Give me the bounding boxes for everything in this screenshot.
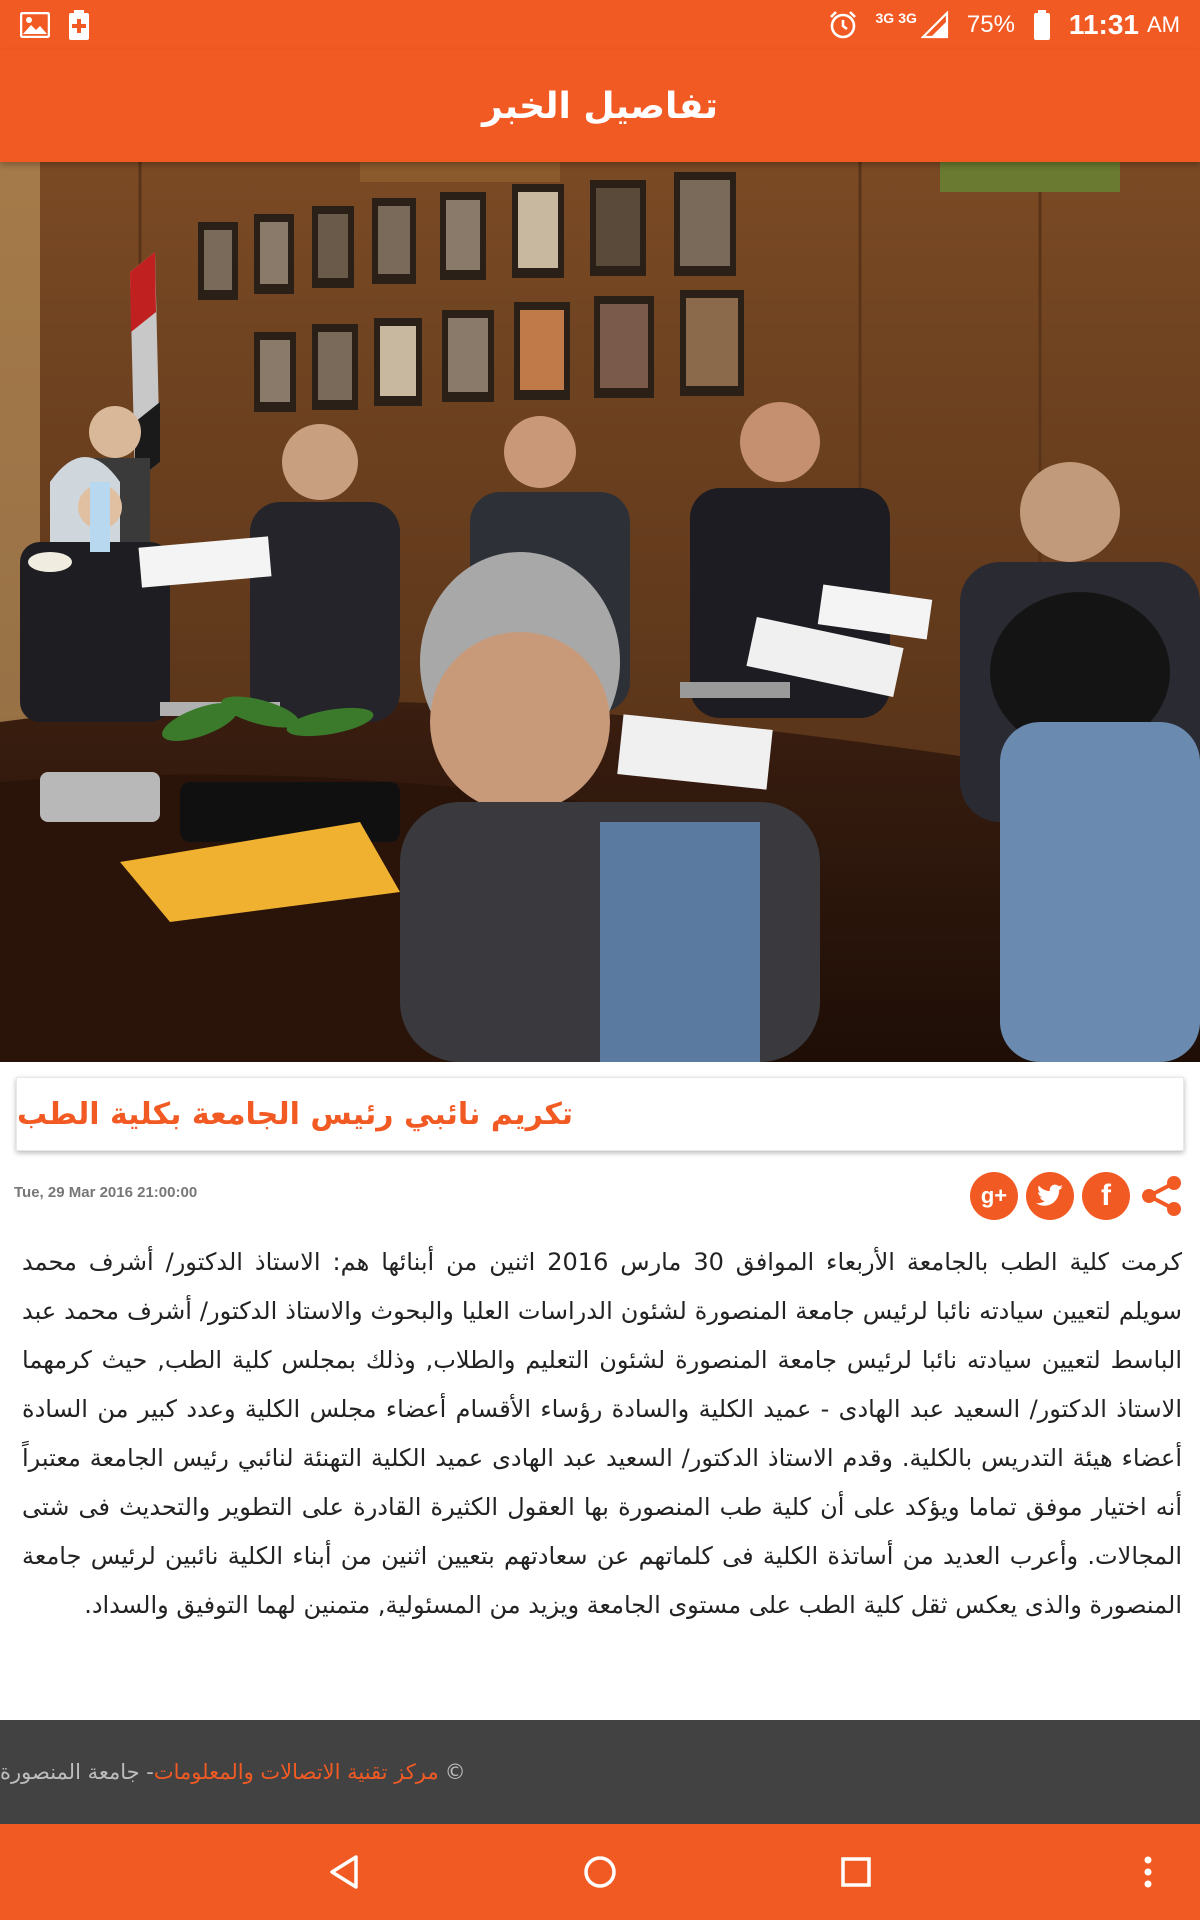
overflow-menu-button[interactable] <box>1120 1844 1176 1900</box>
battery-icon <box>1033 10 1050 40</box>
home-icon <box>584 1856 616 1888</box>
google-plus-icon: g+ <box>980 1183 1008 1208</box>
twitter-button[interactable] <box>1026 1172 1074 1220</box>
article-headline: تكريم نائبي رئيس الجامعة بكلية الطب <box>17 1096 574 1132</box>
article-body: كرمت كلية الطب بالجامعة الأربعاء الموافق… <box>22 1248 1182 1619</box>
signal-icon <box>920 11 948 39</box>
headline-card: تكريم نائبي رئيس الجامعة بكلية الطب <box>16 1077 1184 1151</box>
network-type-1: 3G <box>875 10 895 26</box>
network-type-2: 3G <box>898 10 917 26</box>
facebook-button[interactable]: f <box>1082 1172 1130 1220</box>
facebook-icon: f <box>1101 1179 1111 1212</box>
back-button[interactable] <box>316 1844 372 1900</box>
share-buttons: g+ f <box>970 1172 1186 1220</box>
clock-ampm: AM <box>1147 12 1180 37</box>
share-icon <box>1142 1176 1181 1216</box>
more-vert-icon <box>1144 1856 1152 1888</box>
copyright-symbol: © <box>444 1760 466 1784</box>
clock-time: 11:31 <box>1068 9 1139 40</box>
gallery-notification-icon <box>20 12 50 38</box>
article-date: Tue, 29 Mar 2016 21:00:00 <box>14 1184 198 1201</box>
navigation-bar <box>0 1824 1200 1920</box>
share-button[interactable] <box>1138 1172 1186 1220</box>
footer: © مركز تقنية الاتصالات والمعلومات - جامع… <box>0 1720 1200 1824</box>
battery-percent: 75% <box>966 11 1015 38</box>
recents-icon <box>841 1857 871 1887</box>
page-title: تفاصيل الخبر <box>482 85 718 127</box>
recents-button[interactable] <box>828 1844 884 1900</box>
battery-plus-notification-icon <box>69 10 89 40</box>
article-meta-row: Tue, 29 Mar 2016 21:00:00 g+ f <box>12 1168 1188 1224</box>
home-button[interactable] <box>572 1844 628 1900</box>
article-photo <box>0 162 1200 1062</box>
twitter-icon <box>1036 1184 1063 1206</box>
back-icon <box>330 1855 358 1889</box>
status-bar: 3G 3G 75% 11:31 AM <box>0 0 1200 50</box>
status-right-icons: 3G 3G 75% 11:31 AM <box>828 9 1180 41</box>
app-bar: تفاصيل الخبر <box>0 50 1200 162</box>
status-left-icons <box>20 10 90 40</box>
google-plus-button[interactable]: g+ <box>970 1172 1018 1220</box>
footer-link[interactable]: مركز تقنية الاتصالات والمعلومات <box>154 1760 439 1784</box>
alarm-icon <box>829 11 856 39</box>
meeting-photo-illustration <box>0 162 1200 1062</box>
footer-suffix: - جامعة المنصورة <box>0 1760 154 1784</box>
